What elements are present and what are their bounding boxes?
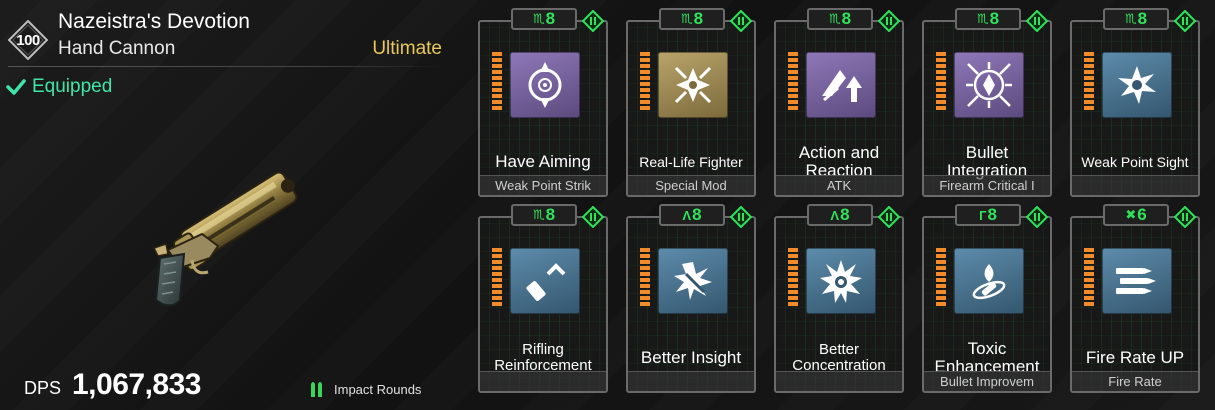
- mod-category: [628, 371, 754, 391]
- mod-card-have-aiming[interactable]: Have Aiming Weak Point Strik: [478, 20, 608, 197]
- capacity-value: 8: [545, 205, 556, 224]
- weapon-level: 100: [16, 31, 40, 49]
- mod-category: [776, 371, 902, 391]
- mod-category: [1072, 175, 1198, 195]
- mod-level-bars: [1084, 248, 1094, 306]
- mod-card-real-life-fighter[interactable]: Real-Life Fighter Special Mod: [626, 20, 756, 197]
- mod-capacity-cost: ♏ 8: [955, 8, 1021, 30]
- mod-capacity-cost: ✖ 6: [1103, 204, 1169, 226]
- capacity-value: 8: [692, 205, 702, 224]
- ammo-label: Impact Rounds: [334, 381, 422, 397]
- capacity-value: 8: [693, 9, 704, 28]
- mod-level-bars: [936, 52, 946, 110]
- equipped-label: Equipped: [32, 76, 113, 97]
- socket-diamond-icon: [877, 9, 901, 33]
- mod-level-bars: [492, 248, 502, 306]
- socket-type-icon: Λ: [830, 207, 839, 223]
- mod-capacity-cost: ♏ 8: [511, 204, 577, 226]
- mod-level-bars: [788, 248, 798, 306]
- mod-level-bars: [788, 52, 798, 110]
- mod-capacity-cost: ♏ 8: [807, 8, 873, 30]
- mod-card-better-concentration[interactable]: Better Concentration: [774, 216, 904, 393]
- mod-capacity-cost: ♏ 8: [511, 8, 577, 30]
- mod-level-bars: [1084, 52, 1094, 110]
- socket-diamond-icon: [729, 9, 753, 33]
- capacity-value: 8: [987, 205, 997, 224]
- mod-capacity-cost: Λ8: [659, 204, 725, 226]
- bullet-chevron-icon: [510, 248, 580, 314]
- mod-capacity-cost: ♏ 8: [1103, 8, 1169, 30]
- weapon-rarity: Ultimate: [372, 38, 442, 59]
- mod-capacity-cost: Г8: [955, 204, 1021, 226]
- socket-type-icon: Λ: [682, 207, 691, 223]
- mod-level-bars: [492, 52, 502, 110]
- mod-card-action-and-reaction[interactable]: Action and Reaction ATK: [774, 20, 904, 197]
- mod-card-rifling-reinforcement[interactable]: Rifling Reinforcement: [478, 216, 608, 393]
- mod-capacity-cost: Λ8: [807, 204, 873, 226]
- mod-card-toxic-enhancement[interactable]: Toxic Enhancement Bullet Improvem: [922, 216, 1052, 393]
- dps-label: DPS: [24, 378, 62, 398]
- mod-card-weak-point-sight[interactable]: Weak Point Sight: [1070, 20, 1200, 197]
- equipped-status: Equipped: [6, 76, 112, 98]
- socket-diamond-icon: [1173, 9, 1197, 33]
- socket-type-icon: ♏: [680, 11, 693, 26]
- socket-type-icon: Г: [979, 207, 986, 223]
- mod-card-bullet-integration[interactable]: Bullet Integration Firearm Critical I: [922, 20, 1052, 197]
- toxic-orbit-icon: [954, 248, 1024, 314]
- checkmark-icon: [6, 79, 26, 95]
- socket-type-icon: ♏: [532, 11, 545, 26]
- star-burst-icon: [806, 248, 876, 314]
- socket-diamond-icon: [581, 9, 605, 33]
- weapon-name: Nazeistra's Devotion: [58, 10, 250, 33]
- mod-capacity-cost: ♏ 8: [659, 8, 725, 30]
- mod-category: Bullet Improvem: [924, 371, 1050, 391]
- ammo-icon: [311, 382, 322, 397]
- capacity-value: 8: [840, 205, 850, 224]
- burst-icon: [658, 52, 728, 118]
- capacity-value: 8: [841, 9, 852, 28]
- socket-diamond-icon: [877, 205, 901, 229]
- capacity-value: 8: [1137, 9, 1148, 28]
- converge-icon: [954, 52, 1024, 118]
- socket-type-icon: ♏: [532, 207, 545, 222]
- mod-grid: Have Aiming Weak Point Strik Real-Life F…: [476, 8, 1206, 410]
- capacity-value: 8: [989, 9, 1000, 28]
- socket-diamond-icon: [1025, 9, 1049, 33]
- socket-diamond-icon: [729, 205, 753, 229]
- mod-category: Firearm Critical I: [924, 175, 1050, 195]
- ammo-type: Impact Rounds: [310, 380, 421, 398]
- crosshair-burst-icon: [658, 248, 728, 314]
- capacity-value: 6: [1137, 205, 1147, 224]
- socket-type-icon: ✖: [1125, 207, 1136, 222]
- weapon-panel: 100 Nazeistra's Devotion Hand Cannon Ult…: [0, 0, 460, 410]
- socket-type-icon: ♏: [976, 11, 989, 26]
- mod-category: ATK: [776, 175, 902, 195]
- header-divider: [8, 66, 444, 67]
- mod-level-bars: [640, 248, 650, 306]
- hand-cannon-image: [152, 171, 298, 307]
- mod-level-bars: [936, 248, 946, 306]
- socket-diamond-icon: [581, 205, 605, 229]
- mod-category: Weak Point Strik: [480, 175, 606, 195]
- weak-point-icon: [1102, 52, 1172, 118]
- socket-type-icon: ♏: [1124, 11, 1137, 26]
- capacity-value: 8: [545, 9, 556, 28]
- mod-card-better-insight[interactable]: Better Insight: [626, 216, 756, 393]
- mod-category: Special Mod: [628, 175, 754, 195]
- mod-category: Fire Rate: [1072, 371, 1198, 391]
- level-badge: 100: [8, 20, 48, 60]
- socket-type-icon: ♏: [828, 11, 841, 26]
- arrows-up-icon: [806, 52, 876, 118]
- socket-diamond-icon: [1025, 205, 1049, 229]
- mod-category: [480, 371, 606, 391]
- socket-diamond-icon: [1173, 205, 1197, 229]
- aim-target-icon: [510, 52, 580, 118]
- mod-level-bars: [640, 52, 650, 110]
- mod-card-fire-rate-up[interactable]: Fire Rate UP Fire Rate: [1070, 216, 1200, 393]
- triple-bullet-icon: [1102, 248, 1172, 314]
- weapon-type: Hand Cannon: [58, 38, 176, 59]
- dps-value: 1,067,833: [72, 368, 201, 401]
